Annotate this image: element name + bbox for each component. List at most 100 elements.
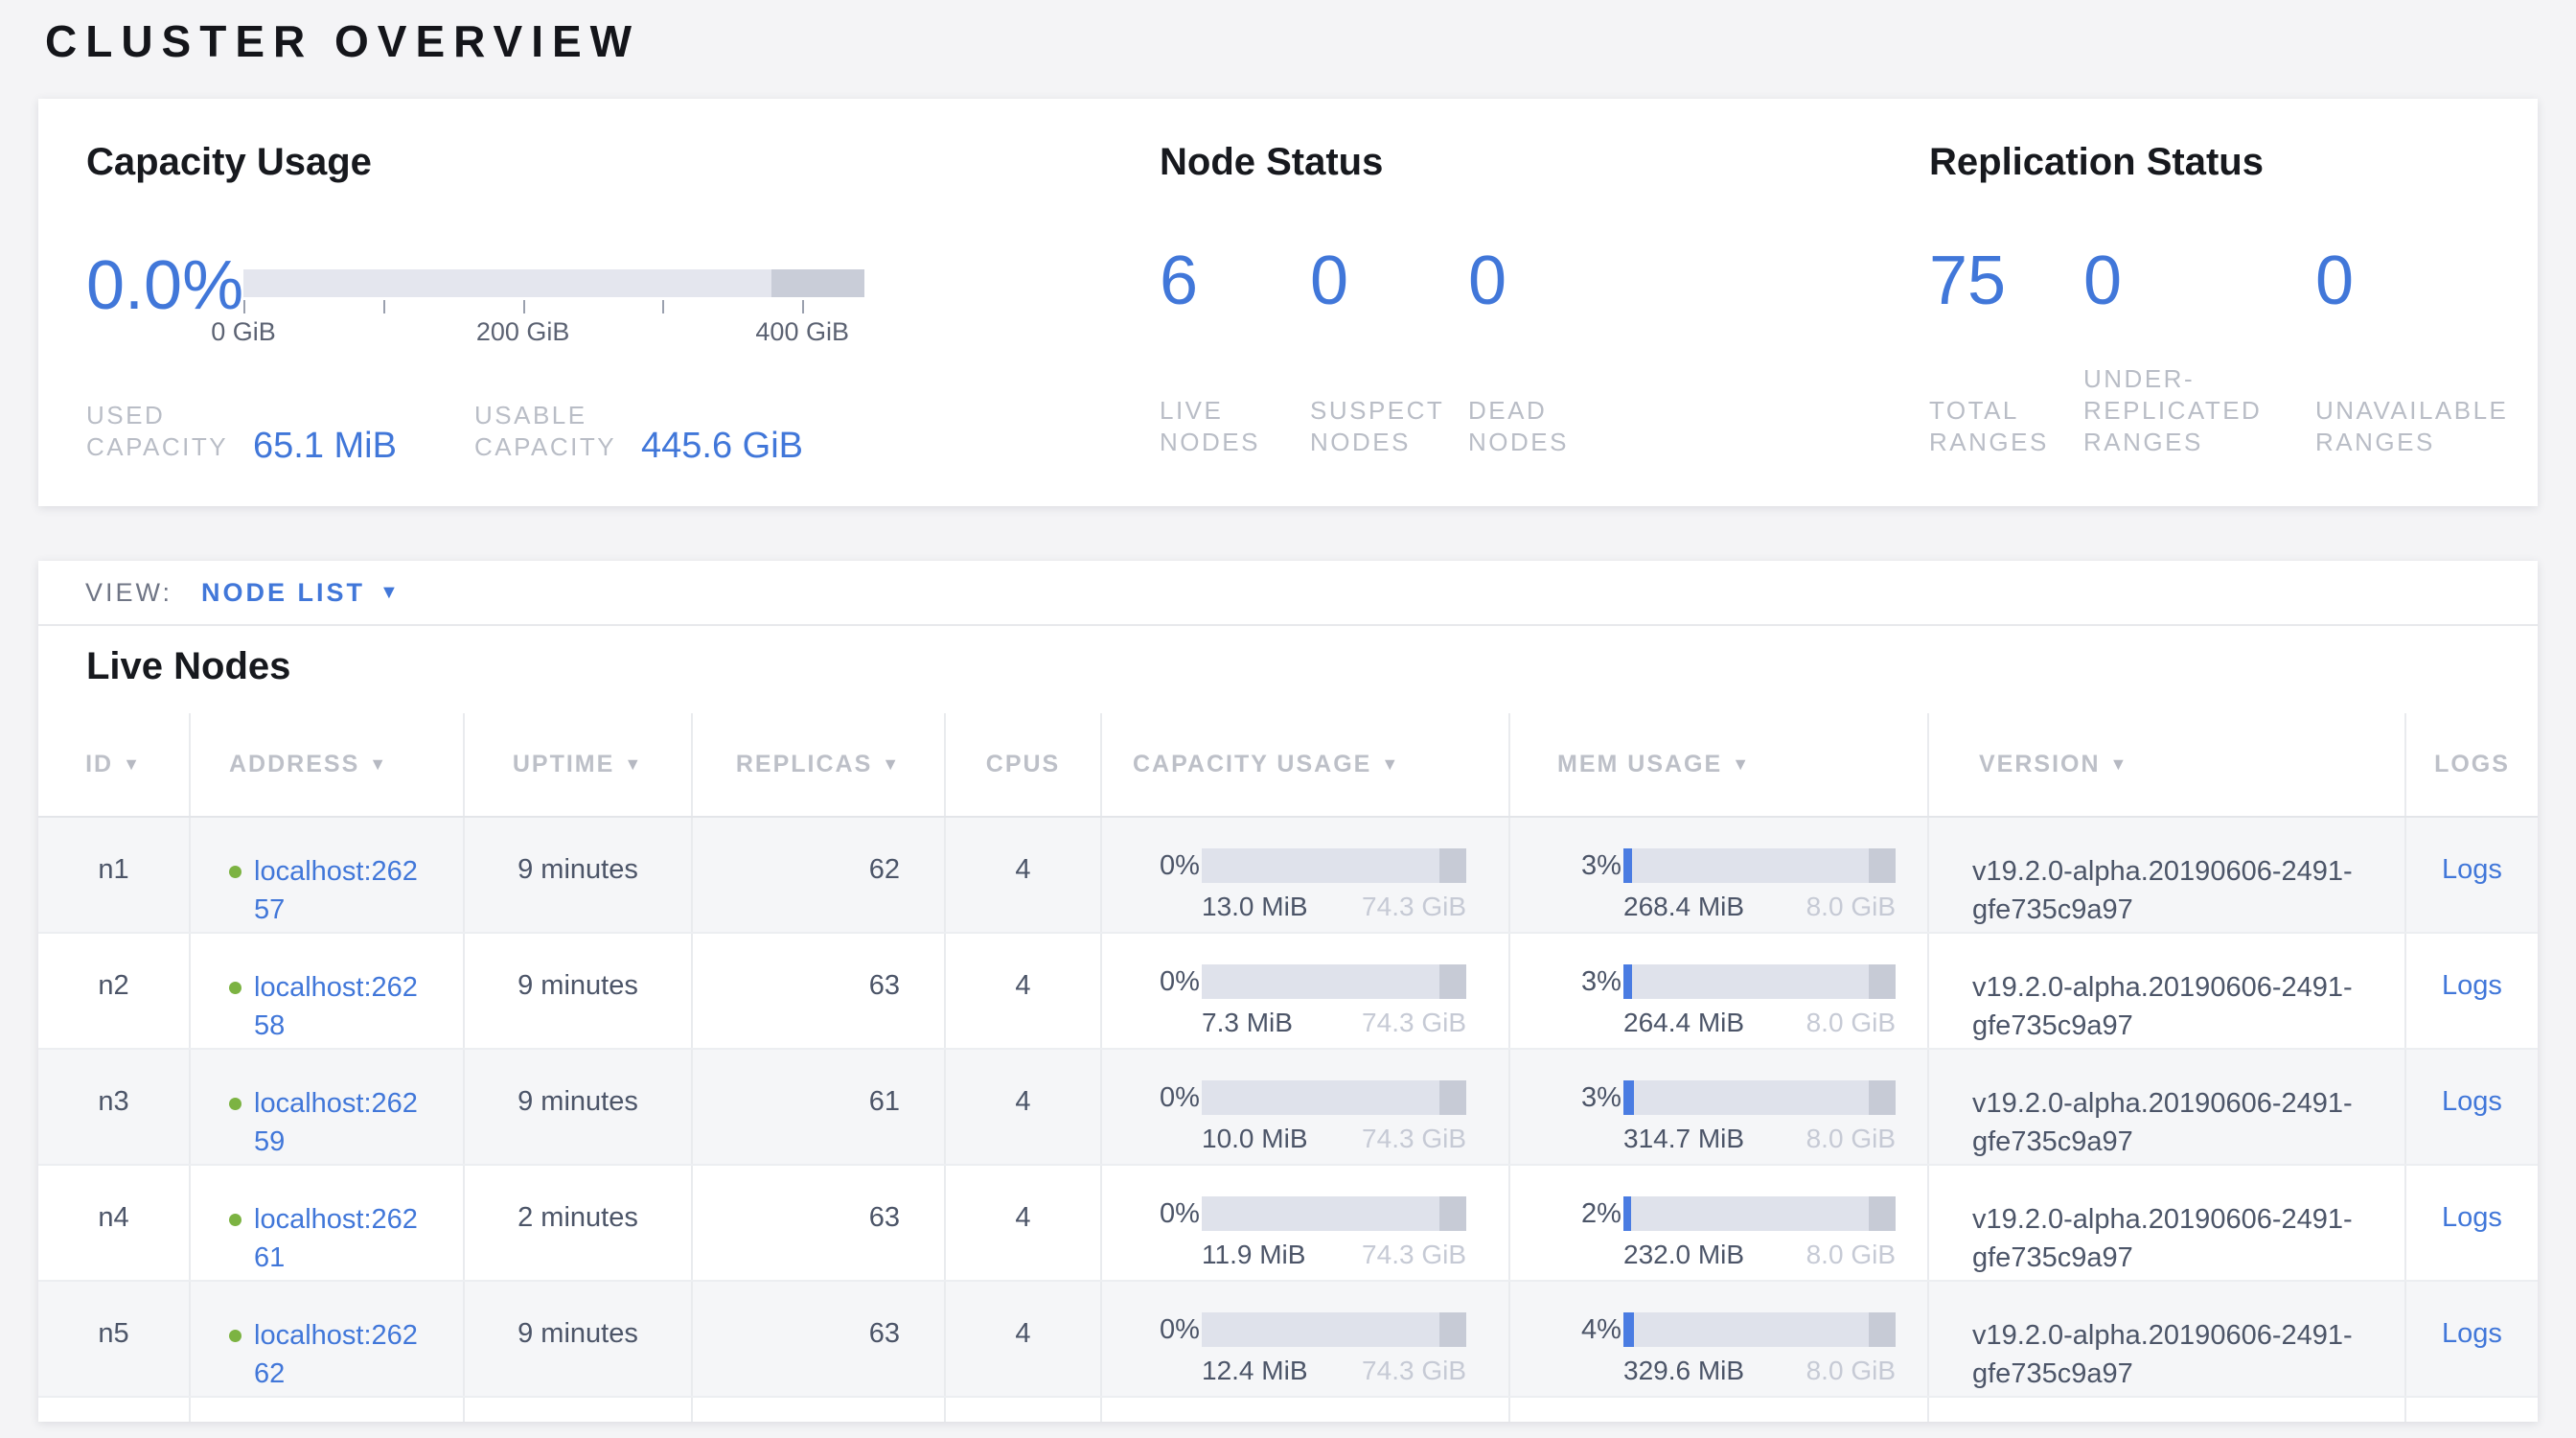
stat-label: TOTAL RANGES [1929, 395, 2075, 458]
cell-mem-usage: 3%268.4 MiB8.0 GiB [1510, 818, 1929, 932]
cell-node-id: n5 [38, 1282, 191, 1396]
usage-bar [1623, 964, 1896, 999]
cell-empty [1510, 1398, 1929, 1422]
usage-bar [1202, 1196, 1466, 1231]
cell-version: v19.2.0-alpha.20190606-2491-gfe735c9a97 [1929, 818, 2406, 932]
cell-mem-usage: 3%264.4 MiB8.0 GiB [1510, 934, 1929, 1048]
cell-empty [2406, 1398, 2538, 1422]
table-row: n2localhost:262589 minutes6340%7.3 MiB74… [38, 934, 2538, 1050]
cell-capacity-usage: 0%7.3 MiB74.3 GiB [1102, 934, 1510, 1048]
column-header-address[interactable]: ADDRESS▼ [191, 713, 465, 816]
cell-address: localhost:26259 [191, 1050, 465, 1164]
column-header-replicas[interactable]: REPLICAS▼ [693, 713, 946, 816]
logs-link[interactable]: Logs [2442, 1202, 2502, 1233]
cell-replicas: 61 [693, 1050, 946, 1164]
cell-capacity-usage: 0%10.0 MiB74.3 GiB [1102, 1050, 1510, 1164]
cell-empty [946, 1398, 1102, 1422]
cell-version: v19.2.0-alpha.20190606-2491-gfe735c9a97 [1929, 1282, 2406, 1396]
usage-bar [1623, 1196, 1896, 1231]
address-link[interactable]: localhost:26259 [254, 1084, 425, 1161]
cell-capacity-usage: 0%13.0 MiB74.3 GiB [1102, 818, 1510, 932]
cell-logs: Logs [2406, 1166, 2538, 1280]
sort-desc-icon: ▼ [1381, 754, 1400, 775]
cell-node-id: n4 [38, 1166, 191, 1280]
status-stat: 75 TOTAL RANGES [1929, 99, 2075, 506]
column-header-version[interactable]: VERSION▼ [1929, 713, 2406, 816]
usage-bar [1202, 848, 1466, 883]
view-label: VIEW: [85, 578, 172, 608]
cell-replicas: 63 [693, 1166, 946, 1280]
cell-replicas: 63 [693, 934, 946, 1048]
logs-link[interactable]: Logs [2442, 854, 2502, 885]
stat-label: UNAVAILABLE RANGES [2315, 395, 2557, 458]
live-nodes-table: ID▼ADDRESS▼UPTIME▼REPLICAS▼CPUSCAPACITY … [38, 713, 2538, 1422]
stat-value: 75 [1929, 243, 2006, 319]
column-header-cpus: CPUS [946, 713, 1102, 816]
cell-node-id: n2 [38, 934, 191, 1048]
address-link[interactable]: localhost:26257 [254, 852, 425, 929]
cell-uptime: 9 minutes [465, 818, 693, 932]
table-row-partial [38, 1398, 2538, 1422]
cell-logs: Logs [2406, 818, 2538, 932]
view-dropdown[interactable]: NODE LIST [201, 578, 365, 608]
replication-status-stats: 75TOTAL RANGES0UNDER-REPLICATED RANGES0U… [38, 99, 2538, 506]
node-live-dot-icon [229, 866, 242, 878]
address-link[interactable]: localhost:26262 [254, 1316, 425, 1393]
cell-cpus: 4 [946, 818, 1102, 932]
stat-value: 0 [2315, 243, 2354, 319]
usage-bar [1623, 848, 1896, 883]
logs-link[interactable]: Logs [2442, 1086, 2502, 1117]
cell-version: v19.2.0-alpha.20190606-2491-gfe735c9a97 [1929, 1166, 2406, 1280]
usage-bar [1202, 1312, 1466, 1347]
usage-bar [1202, 1080, 1466, 1115]
logs-link[interactable]: Logs [2442, 970, 2502, 1001]
cell-uptime: 9 minutes [465, 934, 693, 1048]
column-header-capacity-usage[interactable]: CAPACITY USAGE▼ [1102, 713, 1510, 816]
cell-address: localhost:26257 [191, 818, 465, 932]
sort-desc-icon: ▼ [624, 754, 643, 775]
live-nodes-title: Live Nodes [86, 645, 290, 688]
cell-empty [1102, 1398, 1510, 1422]
cell-uptime: 2 minutes [465, 1166, 693, 1280]
sort-desc-icon: ▼ [1732, 754, 1751, 775]
column-header-mem-usage[interactable]: MEM USAGE▼ [1510, 713, 1929, 816]
cell-mem-usage: 3%314.7 MiB8.0 GiB [1510, 1050, 1929, 1164]
cell-cpus: 4 [946, 1050, 1102, 1164]
view-selector-bar: VIEW: NODE LIST ▼ [38, 561, 2538, 626]
node-list-panel: VIEW: NODE LIST ▼ Live Nodes ID▼ADDRESS▼… [38, 561, 2538, 1422]
column-header-uptime[interactable]: UPTIME▼ [465, 713, 693, 816]
table-body: n1localhost:262579 minutes6240%13.0 MiB7… [38, 818, 2538, 1422]
table-row: n3localhost:262599 minutes6140%10.0 MiB7… [38, 1050, 2538, 1166]
page-title: CLUSTER OVERVIEW [45, 15, 640, 67]
usage-bar [1202, 964, 1466, 999]
cell-empty [465, 1398, 693, 1422]
cell-cpus: 4 [946, 1166, 1102, 1280]
column-header-logs: LOGS [2406, 713, 2538, 816]
cell-uptime: 9 minutes [465, 1050, 693, 1164]
usage-bar [1623, 1312, 1896, 1347]
cell-replicas: 63 [693, 1282, 946, 1396]
cell-node-id: n1 [38, 818, 191, 932]
table-row: n5localhost:262629 minutes6340%12.4 MiB7… [38, 1282, 2538, 1398]
table-row: n4localhost:262612 minutes6340%11.9 MiB7… [38, 1166, 2538, 1282]
table-row: n1localhost:262579 minutes6240%13.0 MiB7… [38, 818, 2538, 934]
address-link[interactable]: localhost:26261 [254, 1200, 425, 1277]
node-live-dot-icon [229, 982, 242, 994]
column-header-id[interactable]: ID▼ [38, 713, 191, 816]
cell-address: localhost:26258 [191, 934, 465, 1048]
cell-cpus: 4 [946, 1282, 1102, 1396]
node-live-dot-icon [229, 1214, 242, 1226]
cell-version: v19.2.0-alpha.20190606-2491-gfe735c9a97 [1929, 934, 2406, 1048]
chevron-down-icon[interactable]: ▼ [380, 582, 399, 604]
logs-link[interactable]: Logs [2442, 1318, 2502, 1349]
cell-logs: Logs [2406, 1282, 2538, 1396]
cell-uptime: 9 minutes [465, 1282, 693, 1396]
address-link[interactable]: localhost:26258 [254, 968, 425, 1045]
sort-desc-icon: ▼ [369, 754, 388, 775]
cell-empty [1929, 1398, 2406, 1422]
cell-empty [191, 1398, 465, 1422]
cell-mem-usage: 4%329.6 MiB8.0 GiB [1510, 1282, 1929, 1396]
stat-value: 0 [2083, 243, 2122, 319]
usage-bar [1623, 1080, 1896, 1115]
cell-logs: Logs [2406, 1050, 2538, 1164]
